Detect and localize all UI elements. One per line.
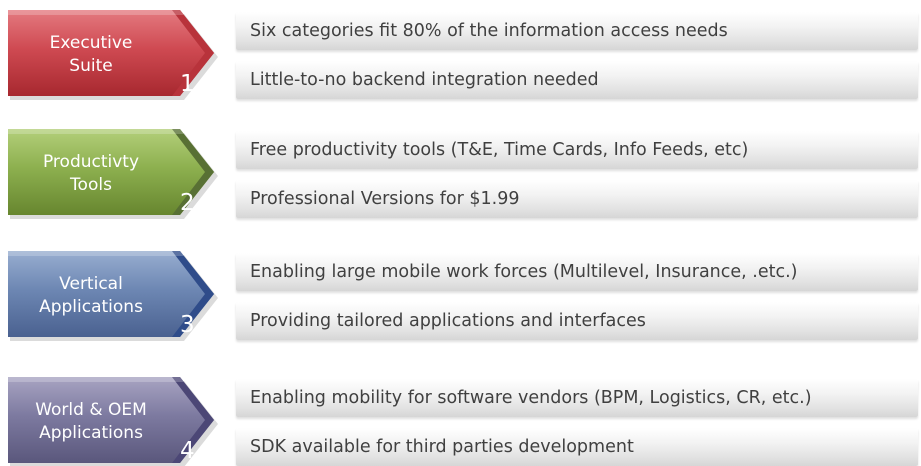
- category-row-world-oem-applications: World & OEM Applications 4 Enabling mobi…: [0, 377, 921, 466]
- category-label: Productivty Tools: [42, 152, 140, 195]
- category-number: 3: [180, 312, 195, 338]
- description-text: Professional Versions for $1.99: [250, 189, 520, 209]
- description-text: SDK available for third parties developm…: [250, 437, 634, 457]
- description-text: Enabling large mobile work forces (Multi…: [250, 262, 798, 282]
- description-text: Little-to-no backend integration needed: [250, 70, 599, 90]
- chevron-productivity-tools: Productivty Tools 2: [8, 129, 218, 227]
- description-bar: Providing tailored applications and inte…: [236, 302, 918, 340]
- description-bar: Enabling mobility for software vendors (…: [236, 379, 918, 417]
- category-number: 1: [180, 71, 195, 97]
- chevron-highlight: [8, 251, 184, 256]
- description-bar: SDK available for third parties developm…: [236, 428, 918, 466]
- category-number: 2: [180, 190, 195, 216]
- description-bar: Enabling large mobile work forces (Multi…: [236, 253, 918, 291]
- chevron-world-oem-applications: World & OEM Applications 4: [8, 377, 218, 466]
- chevron-highlight: [8, 10, 184, 15]
- description-bar: Professional Versions for $1.99: [236, 180, 918, 218]
- description-bar: Free productivity tools (T&E, Time Cards…: [236, 131, 918, 169]
- category-number: 4: [180, 438, 195, 464]
- description-bar: Little-to-no backend integration needed: [236, 61, 918, 99]
- category-row-productivity-tools: Productivty Tools 2 Free productivity to…: [0, 129, 921, 229]
- description-bar: Six categories fit 80% of the informatio…: [236, 12, 918, 50]
- chevron-highlight: [8, 377, 184, 382]
- description-text: Six categories fit 80% of the informatio…: [250, 21, 728, 41]
- category-row-vertical-applications: Vertical Applications 3 Enabling large m…: [0, 251, 921, 351]
- category-label: Vertical Applications: [39, 274, 143, 317]
- category-row-executive-suite: Executive Suite 1 Six categories fit 80%…: [0, 10, 921, 110]
- description-text: Free productivity tools (T&E, Time Cards…: [250, 140, 749, 160]
- chevron-executive-suite: Executive Suite 1: [8, 10, 218, 108]
- category-label: Executive Suite: [49, 33, 133, 76]
- chevron-highlight: [8, 129, 184, 134]
- description-text: Enabling mobility for software vendors (…: [250, 388, 812, 408]
- category-diagram: Executive Suite 1 Six categories fit 80%…: [0, 0, 921, 466]
- category-label: World & OEM Applications: [35, 400, 147, 443]
- description-text: Providing tailored applications and inte…: [250, 311, 646, 331]
- chevron-vertical-applications: Vertical Applications 3: [8, 251, 218, 349]
